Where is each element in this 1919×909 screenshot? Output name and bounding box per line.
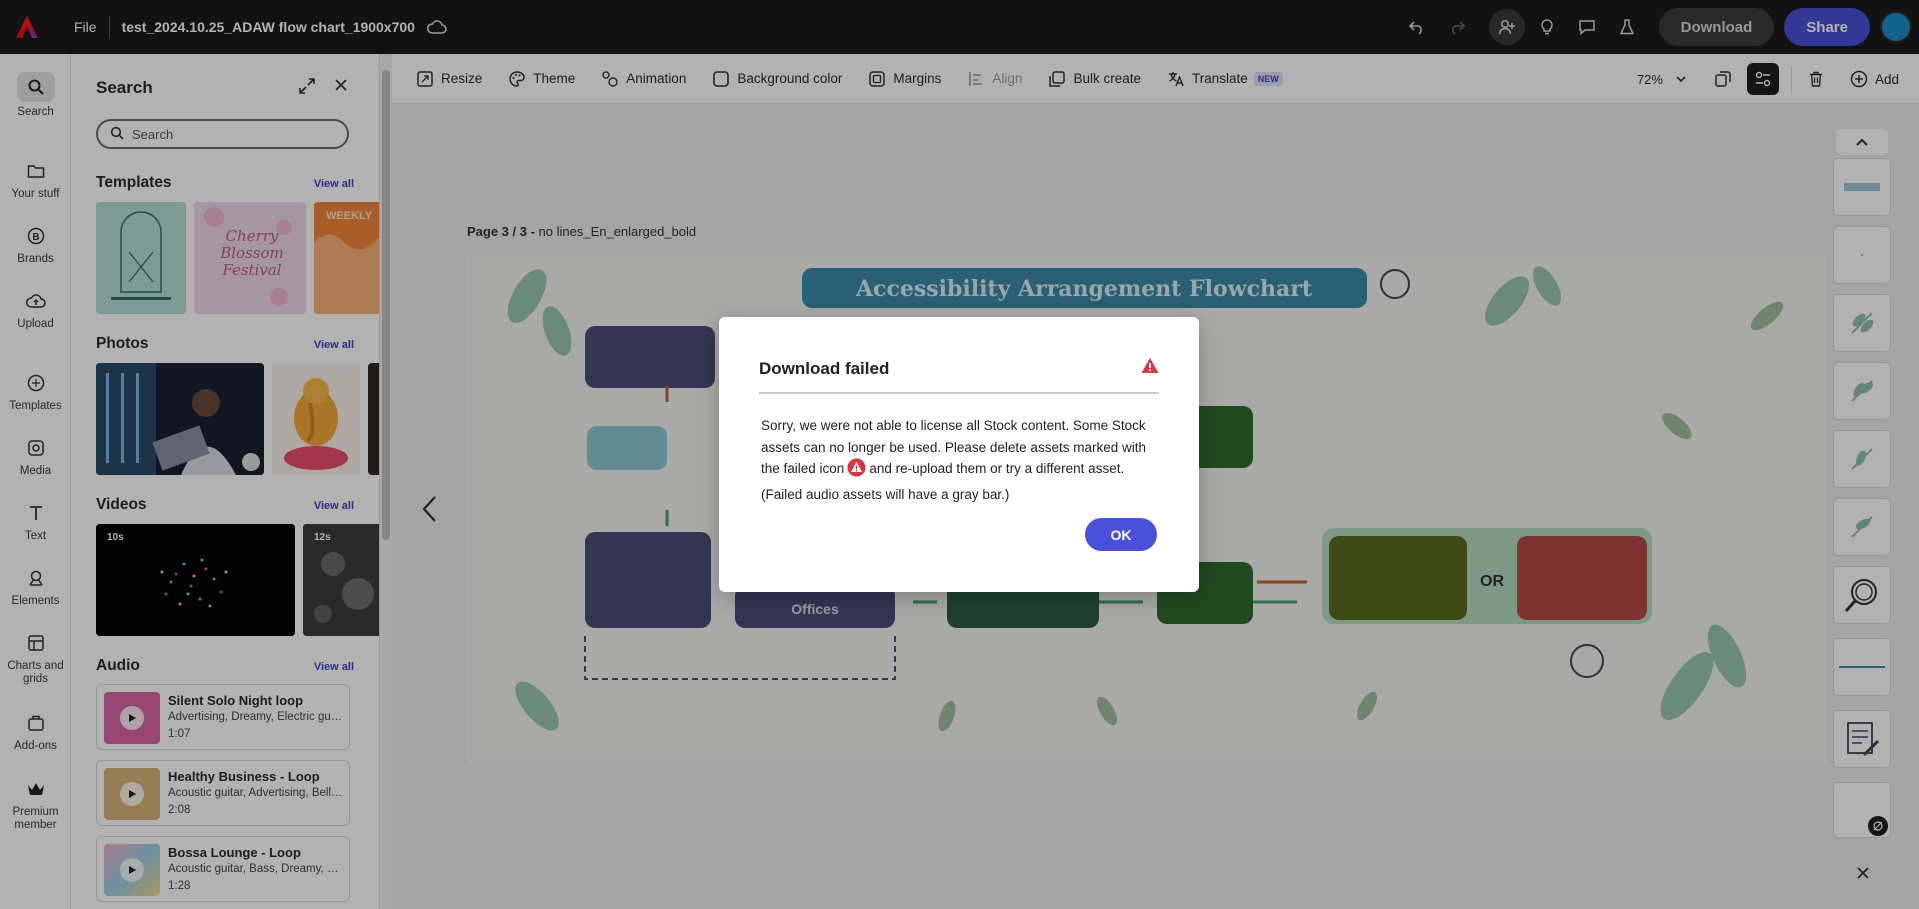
warning-icon	[1141, 357, 1159, 377]
failed-asset-warning-icon	[847, 458, 866, 484]
download-failed-dialog: Download failed Sorry, we were not able …	[719, 317, 1199, 592]
ok-button[interactable]: OK	[1085, 518, 1157, 551]
dialog-divider	[759, 392, 1159, 394]
dialog-title: Download failed	[759, 359, 890, 378]
dialog-message: Sorry, we were not able to license all S…	[761, 418, 1146, 502]
